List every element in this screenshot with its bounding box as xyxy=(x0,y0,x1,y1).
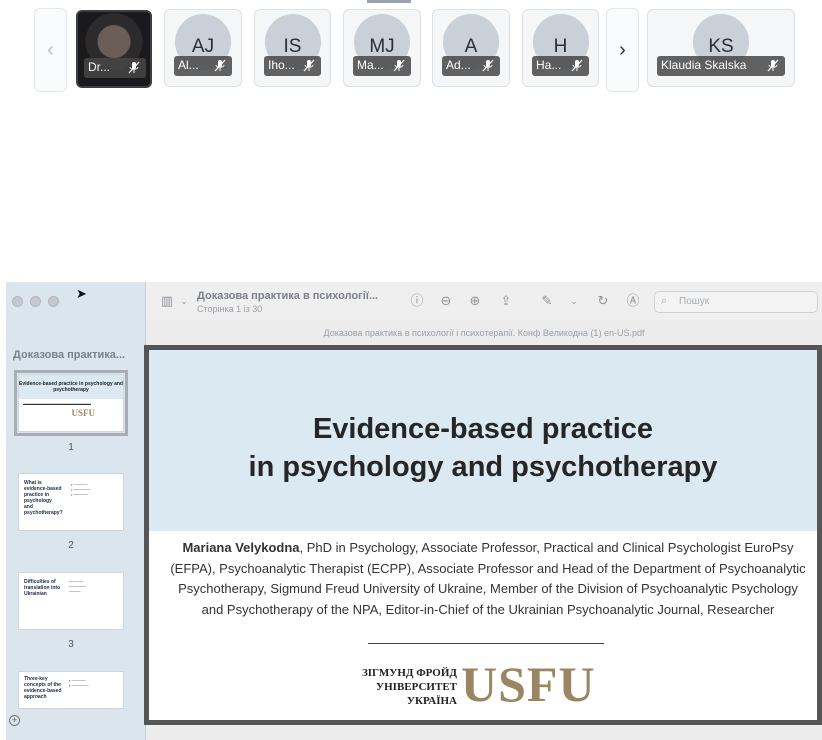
participant-name-tag: Klaudia Skalska xyxy=(657,56,785,76)
participant-tile[interactable]: AJ Al... xyxy=(164,9,242,87)
zoom-out-icon[interactable]: ⊖ xyxy=(437,292,455,310)
close-window-icon[interactable] xyxy=(12,296,23,307)
divider xyxy=(368,643,604,644)
viewer-toolbar: ▥ ⌄ Доказова практика в психології... Ст… xyxy=(146,282,822,320)
participant-name-tag: Ad... xyxy=(442,56,500,76)
participant-name-tag: Ma... xyxy=(353,56,411,76)
info-icon[interactable]: ⓘ xyxy=(408,292,426,310)
participant-name-tag: Ha... xyxy=(532,56,589,76)
usfu-logo: USFU xyxy=(461,656,596,712)
page-thumbnail-3[interactable]: Difficulties of translation into Ukraini… xyxy=(18,572,124,630)
chevron-right-icon: › xyxy=(619,38,626,61)
slide-title: Evidence-based practice in psychology an… xyxy=(248,413,718,483)
prev-participants-button[interactable]: ‹ xyxy=(34,8,67,92)
search-icon: ⌕ xyxy=(661,295,668,307)
next-participants-button[interactable]: › xyxy=(606,8,639,92)
page-number: 3 xyxy=(68,639,74,650)
participant-tile[interactable]: MJ Ma... xyxy=(343,9,421,87)
sidebar-title: Доказова практика... xyxy=(13,349,126,361)
minimize-window-icon[interactable] xyxy=(30,296,41,307)
zoom-in-icon[interactable]: ⊕ xyxy=(466,292,484,310)
participant-tile-active[interactable]: Dr... xyxy=(76,10,152,88)
chevron-down-icon[interactable]: ⌄ xyxy=(175,292,193,310)
page-number: 2 xyxy=(68,540,74,551)
thumbnail-title: Three-key concepts of the evidence-based… xyxy=(24,676,62,700)
muted-mic-icon xyxy=(571,59,583,72)
participant-tile[interactable]: A Ad... xyxy=(432,9,510,87)
thumbnail-sidebar[interactable]: ➤ Доказова практика... Evidence-based pr… xyxy=(6,282,146,740)
sidebar-toggle-icon[interactable]: ▥ xyxy=(158,292,176,310)
author-name: Mariana Velykodna xyxy=(182,540,300,555)
muted-mic-icon xyxy=(303,59,315,72)
page-thumbnail-2[interactable]: What is evidence-based practice in psych… xyxy=(18,473,124,531)
search-placeholder: Пошук xyxy=(679,296,710,307)
slide-page: Evidence-based practice in psychology an… xyxy=(144,345,822,725)
file-name: Доказова практика в психології і психоте… xyxy=(323,328,645,338)
participant-tile[interactable]: KS Klaudia Skalska xyxy=(647,9,795,87)
slide-author-details: Mariana Velykodna, PhD in Psychology, As… xyxy=(170,540,806,617)
window-drag-handle[interactable] xyxy=(367,0,411,3)
muted-mic-icon xyxy=(393,59,405,72)
muted-mic-icon xyxy=(767,59,779,72)
muted-mic-icon xyxy=(214,59,226,72)
participant-tile[interactable]: IS Iho... xyxy=(254,9,331,87)
annotate-icon[interactable]: Ⓐ xyxy=(624,292,642,310)
share-icon[interactable]: ⇪ xyxy=(497,292,515,310)
thumbnail-title: Difficulties of translation into Ukraini… xyxy=(24,579,61,597)
zoom-window-icon[interactable] xyxy=(48,296,59,307)
university-name: ЗІГМУНД ФРОЙД УНІВЕРСИТЕТ УКРАЇНА xyxy=(361,667,457,707)
participant-name-tag: Iho... xyxy=(264,56,321,76)
markup-pen-icon[interactable]: ✎ xyxy=(538,292,556,310)
thumbnail-title: Evidence-based practice in psychology an… xyxy=(19,375,123,399)
add-page-icon[interactable]: + xyxy=(9,715,20,726)
page-thumbnail-1[interactable]: Evidence-based practice in psychology an… xyxy=(14,370,128,436)
page-thumbnail-4[interactable]: Three-key concepts of the evidence-based… xyxy=(18,671,124,709)
page-indicator: Сторінка 1 із 30 xyxy=(197,304,263,314)
mouse-cursor-icon: ➤ xyxy=(76,286,87,301)
chevron-down-icon[interactable]: ⌄ xyxy=(565,292,583,310)
rotate-icon[interactable]: ↻ xyxy=(594,292,612,310)
page-number: 1 xyxy=(68,442,74,453)
chevron-left-icon: ‹ xyxy=(47,38,54,61)
shared-screen-pdf-viewer: ➤ Доказова практика... Evidence-based pr… xyxy=(6,282,822,740)
participant-name-tag: Al... xyxy=(174,56,232,76)
participant-tile[interactable]: H Ha... xyxy=(522,9,599,87)
muted-mic-icon xyxy=(482,59,494,72)
participant-name-tag: Dr... xyxy=(84,58,146,78)
thumbnail-logo: USFU xyxy=(71,408,95,418)
search-input[interactable]: ⌕ Пошук xyxy=(654,291,818,313)
thumbnail-title: What is evidence-based practice in psych… xyxy=(24,480,63,516)
muted-mic-icon xyxy=(128,61,140,74)
document-title: Доказова практика в психології... xyxy=(197,290,379,302)
